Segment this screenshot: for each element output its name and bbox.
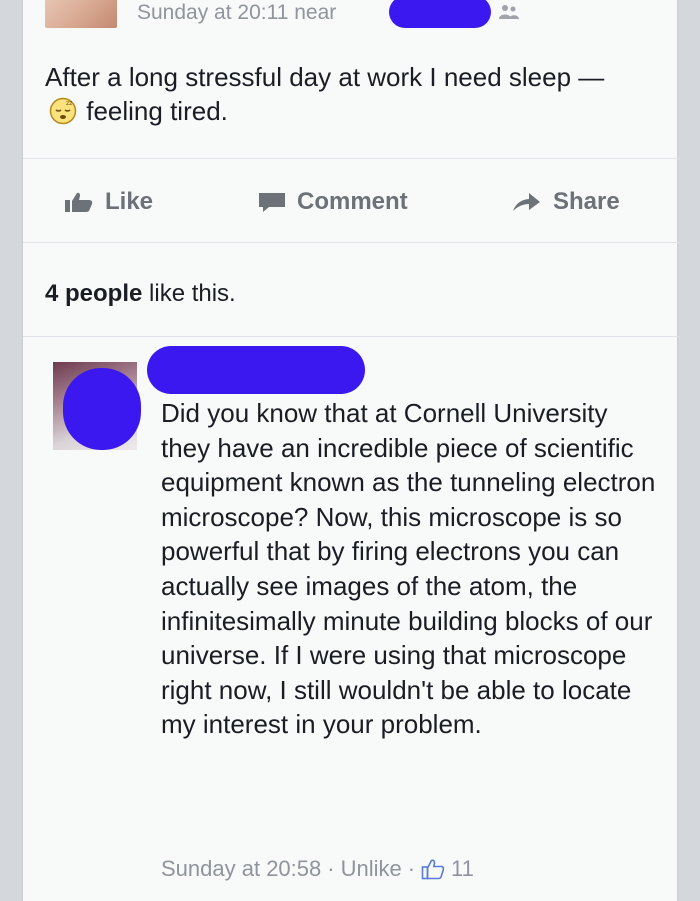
separator: · (327, 856, 335, 881)
comment-icon (259, 193, 285, 212)
divider (23, 336, 679, 337)
comment-timestamp[interactable]: Sunday at 20:58 (161, 856, 321, 882)
likes-count[interactable]: 4 people (45, 280, 142, 307)
post-header: Sunday at 20:11 near (23, 0, 679, 36)
redacted-location (389, 0, 491, 28)
comment-meta: Sunday at 20:58 · Unlike · 11 (161, 856, 474, 882)
likes-summary[interactable]: 4 people like this. (45, 280, 236, 308)
action-bar: Like Comment Share (23, 170, 679, 234)
like-button[interactable]: Like (63, 186, 153, 218)
post-meta: Sunday at 20:11 near (137, 0, 336, 26)
post-timestamp[interactable]: Sunday at 20:11 (137, 1, 288, 24)
like-label: Like (105, 188, 154, 215)
likes-suffix: like this. (149, 280, 236, 307)
thumbs-up-icon (65, 192, 93, 212)
unlike-link[interactable]: Unlike (341, 856, 402, 882)
comment-label: Comment (297, 188, 408, 215)
comment-like-count[interactable]: 11 (451, 856, 474, 882)
separator: · (407, 856, 416, 881)
post-card: Sunday at 20:11 near After a long stress… (22, 0, 679, 901)
poster-avatar[interactable] (45, 0, 117, 28)
divider (23, 242, 679, 243)
comment-body: Did you know that at Cornell University … (161, 398, 656, 740)
thumbs-up-outline-icon[interactable] (421, 858, 445, 880)
share-arrow-icon (513, 193, 540, 211)
svg-text:zz: zz (66, 100, 72, 107)
comment-button[interactable]: Comment (257, 186, 408, 218)
post-status-text: After a long stressful day at work I nee… (45, 60, 645, 128)
redacted-commenter-name (147, 346, 365, 394)
friends-audience-icon[interactable] (499, 4, 519, 20)
divider (23, 158, 679, 159)
share-button[interactable]: Share (511, 186, 620, 218)
feeling-text[interactable]: feeling tired. (86, 96, 228, 126)
location-prefix: near (294, 1, 337, 24)
share-label: Share (553, 188, 620, 215)
status-text: After a long stressful day at work I nee… (45, 62, 605, 92)
sleepy-face-icon: zz (49, 97, 77, 125)
redacted-avatar (63, 368, 141, 450)
